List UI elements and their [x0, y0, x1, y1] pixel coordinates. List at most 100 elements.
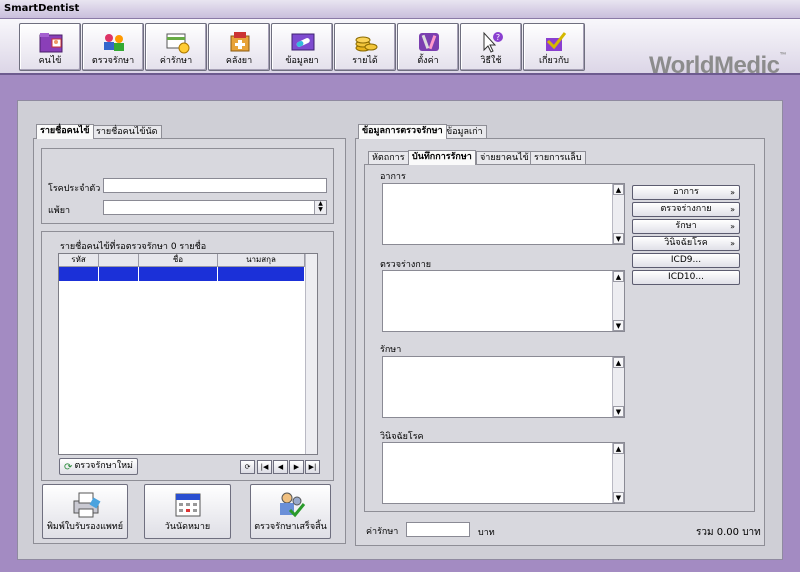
table-row-cell[interactable] [59, 267, 99, 281]
table-row-cell[interactable] [139, 267, 218, 281]
exam-label: ตรวจร่างกาย [380, 260, 432, 270]
scroll-down-icon[interactable]: ▼ [613, 406, 624, 417]
logo-text: WorldMedic [648, 52, 780, 79]
toolbar-label: วิธีใช้ [480, 56, 502, 66]
column-header-blank[interactable] [99, 254, 139, 267]
medicine-box-icon [230, 32, 250, 52]
disease-field[interactable] [103, 178, 327, 193]
diagnosis-picker-label: วินิจฉัยโรค [664, 238, 708, 248]
appointment-button[interactable]: วันนัดหมาย [144, 484, 231, 539]
scroll-down-icon[interactable]: ▼ [613, 492, 624, 503]
toolbar-button-fees[interactable]: ค่ารักษา [145, 23, 207, 71]
toolbar-label: ค่ารักษา [159, 56, 193, 66]
scroll-up-icon[interactable]: ▲ [613, 443, 624, 454]
finish-exam-label: ตรวจรักษาเสร็จสิ้น [254, 522, 327, 532]
subtab-lab[interactable]: รายการแล็บ [530, 151, 586, 165]
scroll-down-icon[interactable]: ▼ [613, 320, 624, 331]
svg-text:?: ? [496, 33, 500, 42]
fee-field[interactable] [406, 522, 470, 537]
toolbar-button-settings[interactable]: ตั้งค่า [397, 23, 459, 71]
last-record-button[interactable]: ▶| [305, 460, 320, 474]
toolbar-label: ตรวจรักษา [91, 56, 135, 66]
new-exam-button[interactable]: ⟳ ตรวจรักษาใหม่ [59, 458, 138, 475]
allergy-label: แพ้ยา [48, 206, 71, 216]
exam-picker-label: ตรวจร่างกาย [660, 204, 712, 214]
subtab-dispense[interactable]: จ่ายยาคนไข้ [476, 151, 533, 165]
help-cursor-icon: ? [483, 31, 503, 53]
logo-trademark: ™ [779, 52, 787, 59]
toolbar-button-pharmacy[interactable]: คลังยา [208, 23, 270, 71]
calendar-icon [175, 493, 201, 517]
toolbar-button-examine[interactable]: ตรวจรักษา [82, 23, 144, 71]
first-record-button[interactable]: |◀ [257, 460, 272, 474]
appointment-label: วันนัดหมาย [164, 522, 211, 532]
table-row-cell[interactable] [218, 267, 305, 281]
waiting-list-grid[interactable]: รหัส ชื่อ นามสกุล [58, 253, 318, 455]
exam-scrollbar[interactable]: ▲ ▼ [612, 271, 624, 331]
toolbar-label: เกี่ยวกับ [538, 56, 569, 66]
fee-label: ค่ารักษา [366, 527, 399, 537]
toolbar-button-drug-info[interactable]: ข้อมูลยา [271, 23, 333, 71]
refresh-nav-button[interactable]: ⟳ [240, 460, 255, 474]
print-certificate-button[interactable]: พิมพ์ใบรับรองแพทย์ [42, 484, 128, 539]
scroll-up-icon[interactable]: ▲ [613, 184, 624, 195]
new-exam-label: ตรวจรักษาใหม่ [74, 461, 133, 471]
finish-exam-button[interactable]: ตรวจรักษาเสร็จสิ้น [250, 484, 331, 539]
treatment-label: รักษา [380, 345, 402, 355]
icd9-button[interactable]: ICD9... [632, 253, 740, 268]
toolbar-button-income[interactable]: รายได้ [334, 23, 396, 71]
tab-patient-list[interactable]: รายชื่อคนไข้ [36, 124, 94, 139]
about-check-icon [546, 32, 567, 51]
money-card-icon [166, 33, 190, 54]
toolbar-label: รายได้ [352, 56, 378, 66]
tab-exam-info[interactable]: ข้อมูลการตรวจรักษา [358, 124, 447, 139]
chevron-down-icon: » [730, 222, 735, 231]
symptoms-scrollbar[interactable]: ▲ ▼ [612, 184, 624, 244]
diagnosis-picker-button[interactable]: วินิจฉัยโรค » [632, 236, 740, 251]
scroll-up-icon[interactable]: ▲ [613, 271, 624, 282]
people-search-icon [104, 34, 124, 51]
symptoms-picker-button[interactable]: อาการ » [632, 185, 740, 200]
prev-record-button[interactable]: ◀ [273, 460, 288, 474]
title-bar: SmartDentist [0, 0, 800, 19]
column-header-surname[interactable]: นามสกุล [218, 254, 305, 267]
toolbar-button-help[interactable]: ? วิธีใช้ [460, 23, 522, 71]
subtab-treatment-record[interactable]: บันทึกการรักษา [408, 150, 476, 165]
tab-history[interactable]: ข้อมูลเก่า [442, 125, 487, 139]
subtab-procedure[interactable]: หัตถการ [368, 151, 409, 165]
spin-down-icon[interactable]: ▼ [318, 206, 323, 213]
grid-scrollbar[interactable] [305, 254, 317, 454]
treatment-textarea[interactable]: ▲ ▼ [382, 356, 625, 418]
chevron-down-icon: » [730, 239, 735, 248]
grid-navigator: ⟳ |◀ ◀ ▶ ▶| [240, 460, 322, 474]
scroll-down-icon[interactable]: ▼ [613, 233, 624, 244]
toolbar-label: ตั้งค่า [417, 56, 439, 66]
column-header-name[interactable]: ชื่อ [139, 254, 218, 267]
allergy-spin[interactable]: ▲ ▼ [314, 201, 326, 214]
treatment-scrollbar[interactable]: ▲ ▼ [612, 357, 624, 417]
icd10-button[interactable]: ICD10... [632, 270, 740, 285]
column-header-code[interactable]: รหัส [59, 254, 99, 267]
symptoms-textarea[interactable]: ▲ ▼ [382, 183, 625, 245]
next-record-button[interactable]: ▶ [289, 460, 304, 474]
treatment-picker-button[interactable]: รักษา » [632, 219, 740, 234]
table-row-cell[interactable] [99, 267, 139, 281]
diagnosis-scrollbar[interactable]: ▲ ▼ [612, 443, 624, 503]
print-certificate-label: พิมพ์ใบรับรองแพทย์ [46, 522, 124, 532]
main-toolbar: คนไข้ ตรวจรักษา ค่ารักษา คลังยา ข้อมูลยา [0, 19, 800, 79]
toolbar-label: ข้อมูลยา [285, 56, 319, 66]
coins-icon [355, 36, 378, 52]
symptoms-picker-label: อาการ [673, 187, 699, 197]
disease-label: โรคประจำตัว [48, 184, 101, 194]
allergy-field[interactable]: ▲ ▼ [103, 200, 327, 215]
diagnosis-textarea[interactable]: ▲ ▼ [382, 442, 625, 504]
scroll-up-icon[interactable]: ▲ [613, 357, 624, 368]
toolbar-button-patients[interactable]: คนไข้ [19, 23, 81, 71]
folder-id-icon [39, 33, 63, 53]
exam-textarea[interactable]: ▲ ▼ [382, 270, 625, 332]
worldmedic-logo: WorldMedic™ [648, 52, 787, 80]
exam-picker-button[interactable]: ตรวจร่างกาย » [632, 202, 740, 217]
chevron-down-icon: » [730, 205, 735, 214]
tab-appointment-list[interactable]: รายชื่อคนไข้นัด [92, 125, 162, 139]
toolbar-button-about[interactable]: เกี่ยวกับ [523, 23, 585, 71]
